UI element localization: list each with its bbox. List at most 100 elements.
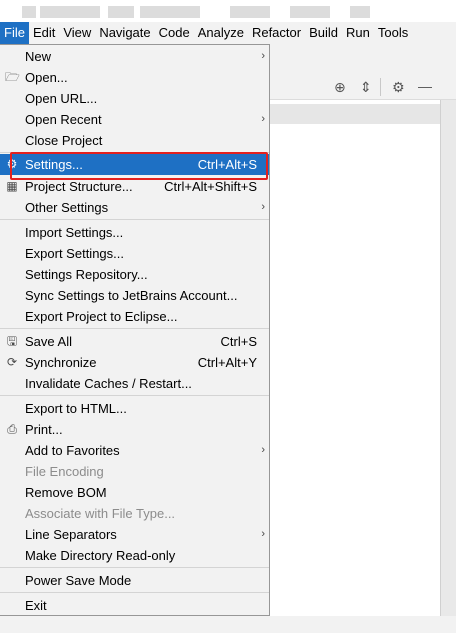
status-bar [0, 616, 456, 633]
menu-item-invalidate-caches[interactable]: Invalidate Caches / Restart... [0, 373, 269, 394]
submenu-arrow-icon: › [261, 528, 265, 540]
menu-view[interactable]: View [59, 22, 95, 44]
menu-item-label: Import Settings... [25, 225, 124, 240]
menu-item-print[interactable]: ⎙ Print... [0, 419, 269, 440]
menu-item-file-encoding: File Encoding [0, 461, 269, 482]
menu-file[interactable]: File [0, 22, 29, 44]
menu-item-new[interactable]: New › [0, 46, 269, 67]
menu-tools[interactable]: Tools [374, 22, 412, 44]
menu-item-label: File Encoding [25, 464, 104, 479]
menu-item-label: Open Recent [25, 112, 102, 127]
menu-item-label: Export Settings... [25, 246, 124, 261]
menu-item-label: Settings... [25, 157, 83, 172]
title-obscured [40, 6, 100, 18]
menu-separator [0, 328, 269, 329]
printer-icon: ⎙ [7, 422, 17, 436]
menu-item-shortcut: Ctrl+Alt+Y [197, 355, 257, 370]
menu-item-label: New [25, 49, 52, 64]
minimize-icon[interactable]: — [418, 78, 432, 94]
menu-item-shortcut: Ctrl+Alt+S [197, 157, 257, 172]
menu-item-settings-repository[interactable]: Settings Repository... [0, 264, 269, 285]
menu-item-label: Invalidate Caches / Restart... [25, 376, 192, 391]
menu-item-open-recent[interactable]: Open Recent › [0, 109, 269, 130]
menu-item-sync-settings[interactable]: Sync Settings to JetBrains Account... [0, 285, 269, 306]
menu-item-label: Synchronize [25, 355, 97, 370]
title-obscured [290, 6, 330, 18]
submenu-arrow-icon: › [261, 113, 265, 125]
menu-item-label: Settings Repository... [25, 267, 148, 282]
collapse-all-icon[interactable]: ⇕ [360, 79, 372, 95]
menu-item-remove-bom[interactable]: Remove BOM [0, 482, 269, 503]
menu-item-export-settings[interactable]: Export Settings... [0, 243, 269, 264]
editor-gutter [440, 100, 456, 633]
menu-item-exit[interactable]: Exit [0, 595, 269, 616]
toolbar-divider [380, 78, 381, 96]
menu-item-label: Line Separators [25, 527, 117, 542]
menu-item-make-read-only[interactable]: Make Directory Read-only [0, 545, 269, 566]
menu-build[interactable]: Build [305, 22, 342, 44]
menu-item-import-settings[interactable]: Import Settings... [0, 222, 269, 243]
menu-item-label: Save All [25, 334, 72, 349]
menu-item-other-settings[interactable]: Other Settings › [0, 197, 269, 218]
menu-separator [0, 219, 269, 220]
menu-refactor[interactable]: Refactor [248, 22, 305, 44]
menu-run[interactable]: Run [342, 22, 374, 44]
menu-item-add-to-favorites[interactable]: Add to Favorites › [0, 440, 269, 461]
folder-icon: 🗁 [5, 70, 20, 84]
menu-separator [0, 567, 269, 568]
menu-item-export-eclipse[interactable]: Export Project to Eclipse... [0, 306, 269, 327]
menu-item-label: Other Settings [25, 200, 109, 215]
menu-separator [0, 592, 269, 593]
menu-item-label: Sync Settings to JetBrains Account... [25, 288, 238, 303]
menu-separator [0, 395, 269, 396]
menu-item-label: Add to Favorites [25, 443, 120, 458]
locate-target-icon[interactable]: ⊕ [334, 79, 346, 95]
menu-navigate[interactable]: Navigate [95, 22, 154, 44]
menu-analyze[interactable]: Analyze [194, 22, 248, 44]
menu-item-label: Exit [25, 598, 47, 613]
title-obscured [140, 6, 200, 18]
sync-icon: ⟳ [6, 355, 18, 369]
menu-item-label: Export Project to Eclipse... [25, 309, 178, 324]
submenu-arrow-icon: › [261, 50, 265, 62]
menu-item-settings[interactable]: ⚙ Settings... Ctrl+Alt+S [0, 154, 269, 175]
menu-item-label: Make Directory Read-only [25, 548, 176, 563]
menu-item-save-all[interactable]: 🖫 Save All Ctrl+S [0, 331, 269, 352]
project-tree-row [270, 104, 440, 124]
title-obscured [108, 6, 134, 18]
menu-separator [0, 152, 269, 153]
project-panel-header: ⊕ ⇕ ⚙ — [270, 74, 456, 100]
menu-item-label: Project Structure... [25, 179, 133, 194]
menu-item-export-html[interactable]: Export to HTML... [0, 398, 269, 419]
menu-item-associate-file-type: Associate with File Type... [0, 503, 269, 524]
menu-item-project-structure[interactable]: ▦ Project Structure... Ctrl+Alt+Shift+S [0, 176, 269, 197]
menu-item-synchronize[interactable]: ⟳ Synchronize Ctrl+Alt+Y [0, 352, 269, 373]
menu-item-close-project[interactable]: Close Project [0, 130, 269, 151]
title-obscured [230, 6, 270, 18]
menu-item-open[interactable]: 🗁 Open... [0, 67, 269, 88]
menu-item-label: Open URL... [25, 91, 98, 106]
menu-item-label: Open... [25, 70, 68, 85]
submenu-arrow-icon: › [261, 201, 265, 213]
menu-item-label: Associate with File Type... [25, 506, 176, 521]
wrench-icon: ⚙ [6, 157, 18, 171]
menu-item-power-save-mode[interactable]: Power Save Mode [0, 570, 269, 591]
gear-icon[interactable]: ⚙ [392, 79, 405, 95]
menu-code[interactable]: Code [155, 22, 194, 44]
ide-toolbar [270, 44, 456, 74]
menu-edit[interactable]: Edit [29, 22, 59, 44]
menu-item-label: Remove BOM [25, 485, 107, 500]
project-structure-icon: ▦ [6, 179, 18, 193]
menu-item-shortcut: Ctrl+Alt+Shift+S [164, 179, 257, 194]
menu-item-open-url[interactable]: Open URL... [0, 88, 269, 109]
title-bar [0, 0, 456, 22]
save-icon: 🖫 [6, 334, 18, 348]
menu-item-label: Export to HTML... [25, 401, 127, 416]
menu-item-line-separators[interactable]: Line Separators › [0, 524, 269, 545]
title-obscured [350, 6, 370, 18]
submenu-arrow-icon: › [261, 444, 265, 456]
menu-item-label: Close Project [25, 133, 103, 148]
menu-item-label: Print... [25, 422, 63, 437]
menu-item-label: Power Save Mode [25, 573, 132, 588]
menu-item-shortcut: Ctrl+S [220, 334, 257, 349]
